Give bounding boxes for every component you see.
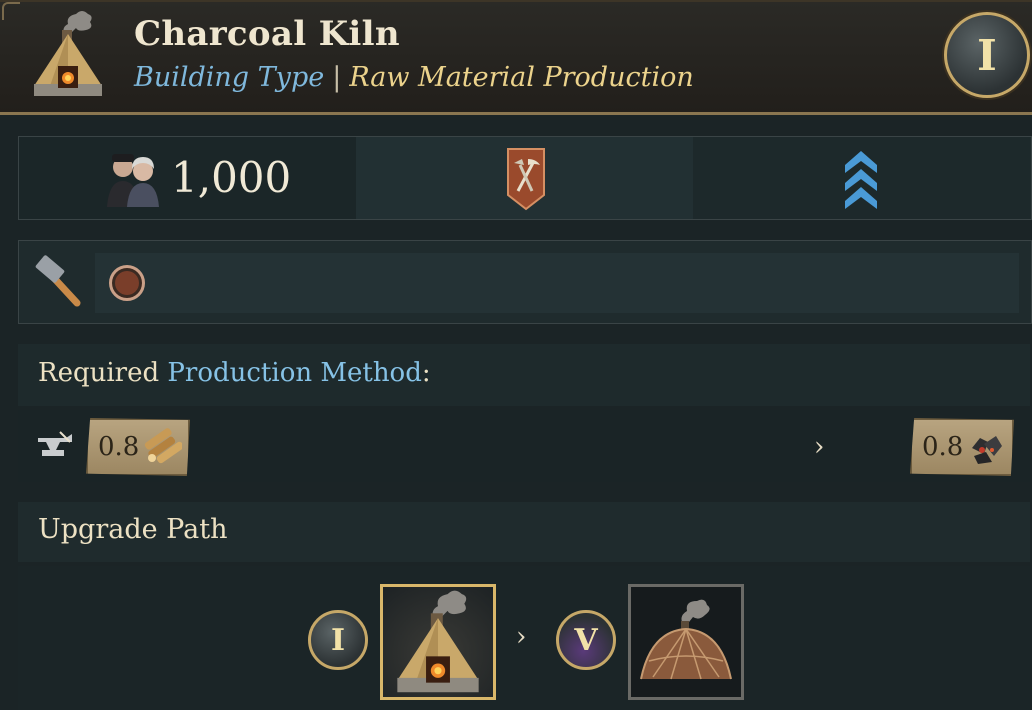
upgrade-path-title: Upgrade Path [38, 514, 228, 545]
required-production-label: Required Production Method: [38, 358, 431, 388]
population-cell[interactable]: 1,000 [19, 137, 356, 219]
era-badge[interactable]: I [944, 12, 1030, 98]
construction-slot-icon[interactable] [109, 265, 145, 301]
building-category[interactable]: Raw Material Production [349, 62, 693, 93]
required-production-header: Required Production Method: [18, 344, 1030, 406]
upgrade-era-numeral: V [574, 622, 598, 658]
frame-corner [2, 2, 20, 20]
building-type-link[interactable]: Building Type [134, 62, 324, 93]
era-numeral: I [977, 30, 997, 80]
hammer-icon [35, 255, 81, 307]
input-amount: 0.8 [98, 432, 140, 462]
level-chevrons-icon [845, 151, 877, 209]
building-stats-panel: 1,000 [18, 136, 1032, 220]
upgrade-era-numeral: I [330, 622, 346, 658]
required-colon: : [421, 358, 431, 388]
anvil-icon [38, 431, 72, 456]
building-subtitle: Building Type | Raw Material Production [134, 62, 694, 93]
category-cell[interactable] [356, 137, 693, 219]
production-method-row[interactable]: 0.8 › 0.8 [18, 410, 1030, 482]
upgrade-building-tile-next[interactable] [628, 584, 744, 700]
level-cell[interactable] [693, 137, 1030, 219]
production-method-link[interactable]: Production Method [167, 358, 421, 388]
charcoal-icon [972, 436, 1002, 464]
output-amount: 0.8 [922, 432, 964, 462]
charcoal-kiln-icon [397, 590, 479, 693]
construction-slot-bar [95, 253, 1019, 313]
upgrade-era-badge[interactable]: I [308, 610, 368, 670]
charcoal-kiln-icon [34, 11, 102, 96]
output-good-chip[interactable]: 0.8 [910, 418, 1014, 476]
upgrade-arrow-icon: › [516, 622, 527, 652]
raw-material-category-icon [507, 148, 545, 211]
population-value: 1,000 [171, 153, 292, 202]
input-good-chip[interactable]: 0.8 [86, 418, 190, 476]
construction-panel [18, 240, 1032, 324]
building-header: Charcoal Kiln Building Type | Raw Material… [0, 0, 1032, 115]
upgrade-building-tile-current[interactable] [380, 584, 496, 700]
page-title: Charcoal Kiln [134, 14, 400, 54]
population-icon [107, 154, 159, 207]
upgrade-path-panel: I › V [18, 566, 1030, 710]
upgrade-path-header: Upgrade Path [18, 502, 1030, 562]
subtitle-separator: | [332, 62, 342, 93]
production-arrow-icon: › [814, 432, 825, 462]
lumber-icon [144, 428, 182, 464]
upgrade-era-badge[interactable]: V [556, 610, 616, 670]
required-label: Required [38, 358, 160, 388]
charcoal-pile-icon [640, 599, 732, 680]
